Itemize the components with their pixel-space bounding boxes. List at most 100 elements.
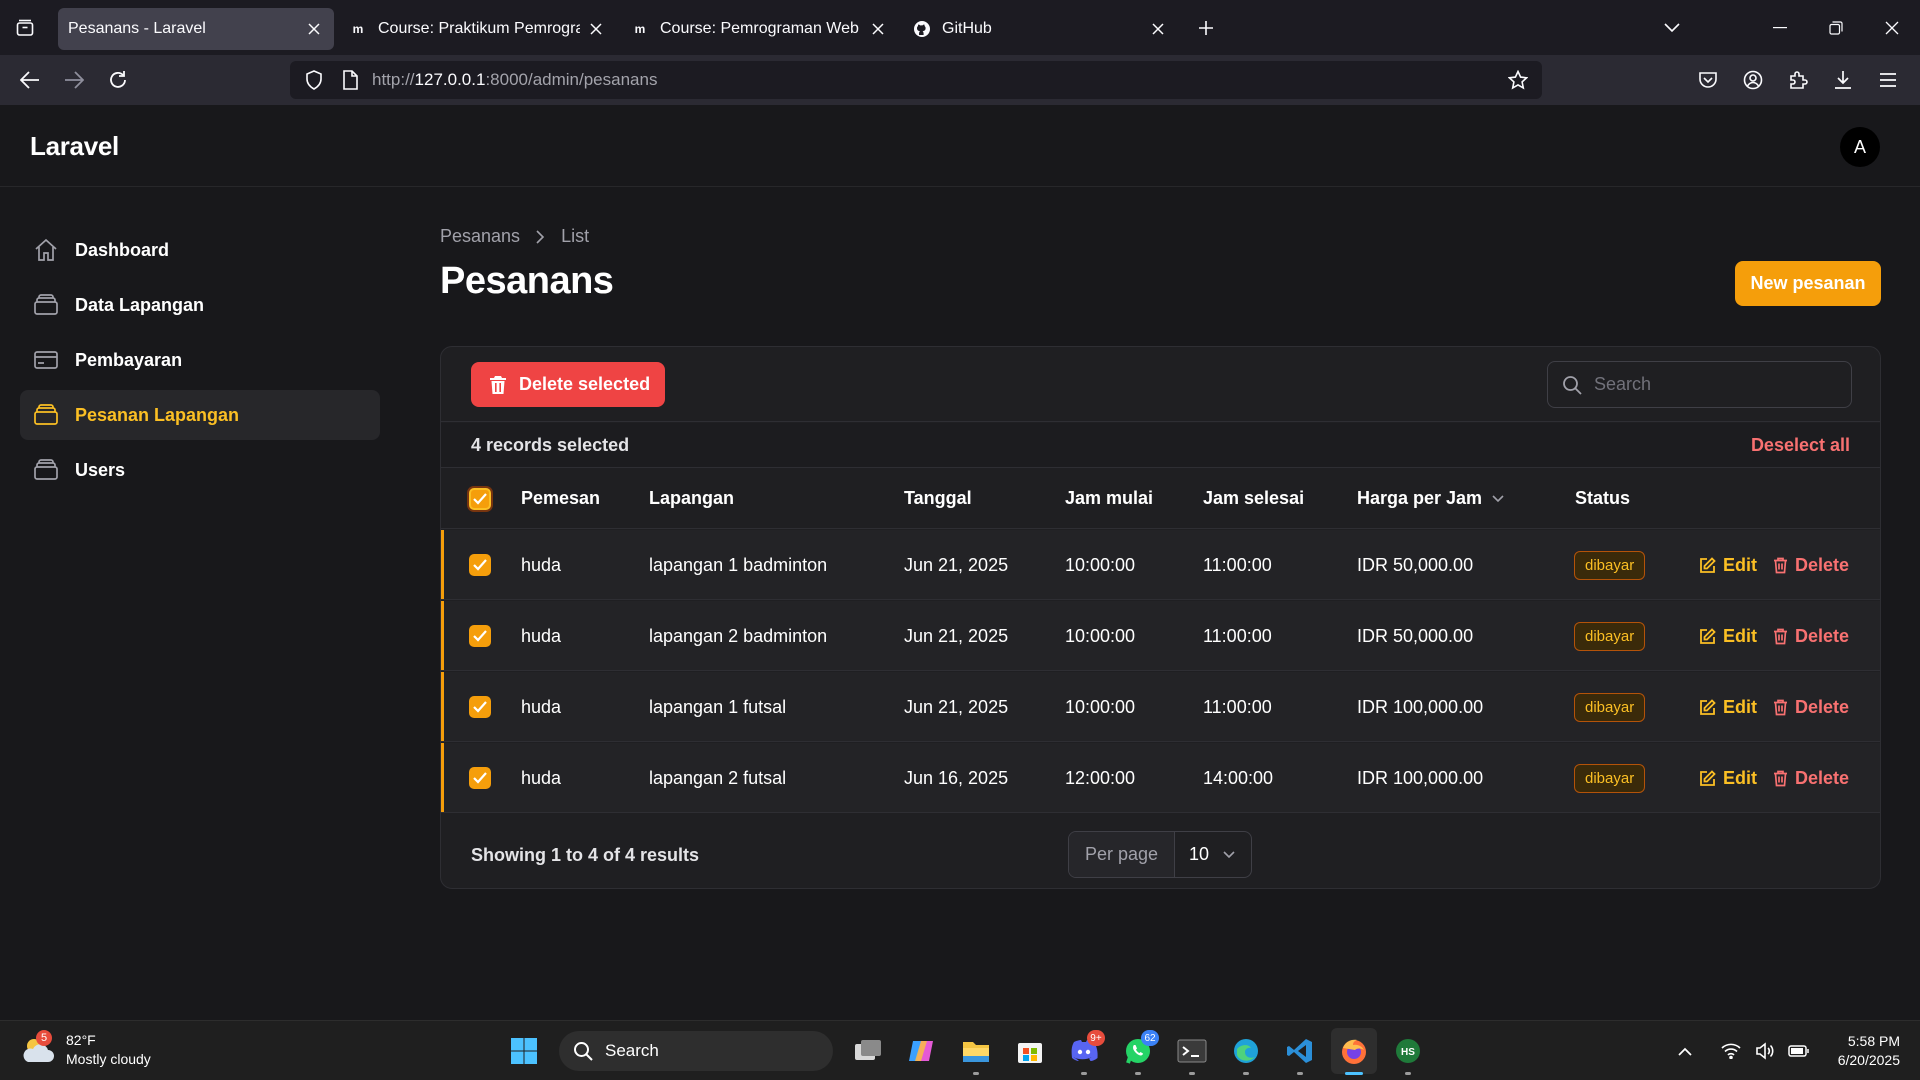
terminal-icon[interactable] (1169, 1028, 1215, 1075)
close-tab-icon[interactable] (304, 19, 324, 39)
edit-button[interactable]: Edit (1699, 697, 1757, 718)
column-header-harga-per-jam[interactable]: Harga per Jam (1357, 488, 1504, 509)
row-checkbox[interactable] (469, 696, 491, 718)
search-placeholder: Search (1594, 374, 1652, 394)
sidebar-item-data-lapangan[interactable]: Data Lapangan (20, 280, 380, 330)
battery-icon[interactable] (1784, 1036, 1814, 1066)
close-window-icon[interactable] (1864, 0, 1920, 55)
shield-icon[interactable] (296, 61, 332, 99)
running-indicator (1297, 1072, 1303, 1075)
brand-logo[interactable]: Laravel (30, 131, 119, 162)
delete-button[interactable]: Delete (1773, 697, 1849, 718)
delete-button[interactable]: Delete (1773, 555, 1849, 576)
row-checkbox[interactable] (469, 625, 491, 647)
edit-button[interactable]: Edit (1699, 768, 1757, 789)
records-selected-text: 4 records selected (471, 435, 630, 455)
close-tab-icon[interactable] (586, 19, 606, 39)
downloads-icon[interactable] (1820, 60, 1865, 100)
breadcrumb-list: List (561, 226, 590, 246)
column-header-pemesan: Pemesan (521, 488, 601, 508)
avatar[interactable]: A (1840, 127, 1880, 167)
tab-title: Course: Praktikum Pemrograma (378, 19, 580, 37)
delete-button[interactable]: Delete (1773, 626, 1849, 647)
extensions-icon[interactable] (1775, 60, 1820, 100)
column-header-jam-selesai: Jam selesai (1203, 488, 1305, 508)
delete-selected-button[interactable]: Delete selected (471, 362, 665, 407)
back-icon[interactable] (8, 60, 52, 100)
row-checkbox[interactable] (469, 554, 491, 576)
firefox-icon[interactable] (1331, 1028, 1377, 1075)
sidebar-item-pembayaran[interactable]: Pembayaran (20, 335, 380, 385)
delete-button[interactable]: Delete (1773, 768, 1849, 789)
sidebar-item-pesanan-lapangan[interactable]: Pesanan Lapangan (20, 390, 380, 440)
new-pesanan-button[interactable]: New pesanan (1735, 261, 1881, 306)
page-icon[interactable] (332, 61, 368, 99)
row-checkbox[interactable] (469, 767, 491, 789)
discord-badge: 9+ (1087, 1030, 1105, 1046)
tab-course-praktikum[interactable]: m Course: Praktikum Pemrograma (338, 8, 616, 50)
edit-button[interactable]: Edit (1699, 555, 1757, 576)
status-badge: dibayar (1574, 764, 1646, 793)
url-text[interactable]: http://127.0.0.1:8000/admin/pesanans (372, 70, 657, 90)
tab-github[interactable]: GitHub (902, 8, 1178, 50)
edge-icon[interactable] (1223, 1028, 1269, 1075)
forward-icon[interactable] (52, 60, 96, 100)
sidebar-item-label: Pesanan Lapangan (75, 404, 240, 425)
tab-overflow-chevron-icon[interactable] (1644, 0, 1700, 55)
system-clock[interactable]: 5:58 PM 6/20/2025 (1838, 1032, 1900, 1070)
running-indicator (973, 1072, 979, 1075)
tab-course-pemrograman-web[interactable]: m Course: Pemrograman Web Frar (620, 8, 898, 50)
moodle-icon: m (634, 21, 646, 36)
taskbar: 5 82°F Mostly cloudy Search 9+ 62 HS 5:5… (0, 1020, 1920, 1080)
minimize-icon[interactable] (1752, 0, 1808, 55)
account-icon[interactable] (1730, 60, 1775, 100)
select-all-checkbox[interactable] (469, 488, 491, 510)
weather-widget[interactable]: 5 82°F Mostly cloudy (20, 1030, 151, 1069)
chevron-up-icon[interactable] (1670, 1036, 1700, 1066)
deselect-all-link[interactable]: Deselect all (1751, 435, 1850, 456)
vscode-icon[interactable] (1277, 1028, 1323, 1075)
hs-app-label: HS (1401, 1047, 1415, 1058)
status-badge: dibayar (1574, 622, 1646, 651)
cell-tanggal: Jun 21, 2025 (904, 626, 1009, 646)
whatsapp-icon[interactable]: 62 (1115, 1028, 1161, 1075)
volume-icon[interactable] (1750, 1036, 1780, 1066)
wifi-icon[interactable] (1716, 1036, 1746, 1066)
menu-icon[interactable] (1865, 60, 1910, 100)
tab-pesanans[interactable]: Pesanans - Laravel (58, 7, 334, 50)
tab-list-icon[interactable] (0, 0, 50, 55)
breadcrumb-pesanans[interactable]: Pesanans (440, 226, 520, 247)
close-tab-icon[interactable] (1148, 19, 1168, 39)
home-icon (32, 236, 60, 264)
weather-description: Mostly cloudy (66, 1051, 151, 1067)
windows-start-icon[interactable] (501, 1028, 547, 1074)
close-tab-icon[interactable] (868, 19, 888, 39)
file-explorer-icon[interactable] (953, 1028, 999, 1075)
reload-icon[interactable] (96, 60, 140, 100)
sidebar-item-dashboard[interactable]: Dashboard (20, 225, 380, 275)
task-view-icon[interactable] (845, 1028, 891, 1074)
search-input[interactable]: Search (1547, 361, 1852, 408)
copilot-icon[interactable] (899, 1028, 945, 1074)
bookmark-star-icon[interactable] (1500, 61, 1536, 99)
address-bar[interactable]: http://127.0.0.1:8000/admin/pesanans (290, 61, 1542, 99)
cell-tanggal: Jun 16, 2025 (904, 768, 1009, 788)
edit-button[interactable]: Edit (1699, 626, 1757, 647)
per-page-value[interactable]: 10 (1175, 832, 1251, 877)
microsoft-store-icon[interactable] (1007, 1028, 1053, 1074)
taskbar-search[interactable]: Search (559, 1031, 833, 1071)
per-page-select[interactable]: Per page 10 (1068, 831, 1252, 878)
running-indicator (1243, 1072, 1249, 1075)
column-header-jam-mulai: Jam mulai (1065, 488, 1154, 508)
weather-badge: 5 (36, 1030, 52, 1046)
hs-app-icon[interactable]: HS (1385, 1028, 1431, 1075)
row-selected-indicator (441, 743, 444, 812)
pocket-icon[interactable] (1685, 60, 1730, 100)
restore-icon[interactable] (1808, 0, 1864, 55)
sidebar-item-users[interactable]: Users (20, 445, 380, 495)
app-header: Laravel A (0, 105, 1920, 187)
new-tab-icon[interactable] (1184, 8, 1228, 48)
discord-icon[interactable]: 9+ (1061, 1028, 1107, 1075)
cell-jam-mulai: 10:00:00 (1065, 697, 1136, 717)
running-indicator (1081, 1072, 1087, 1075)
